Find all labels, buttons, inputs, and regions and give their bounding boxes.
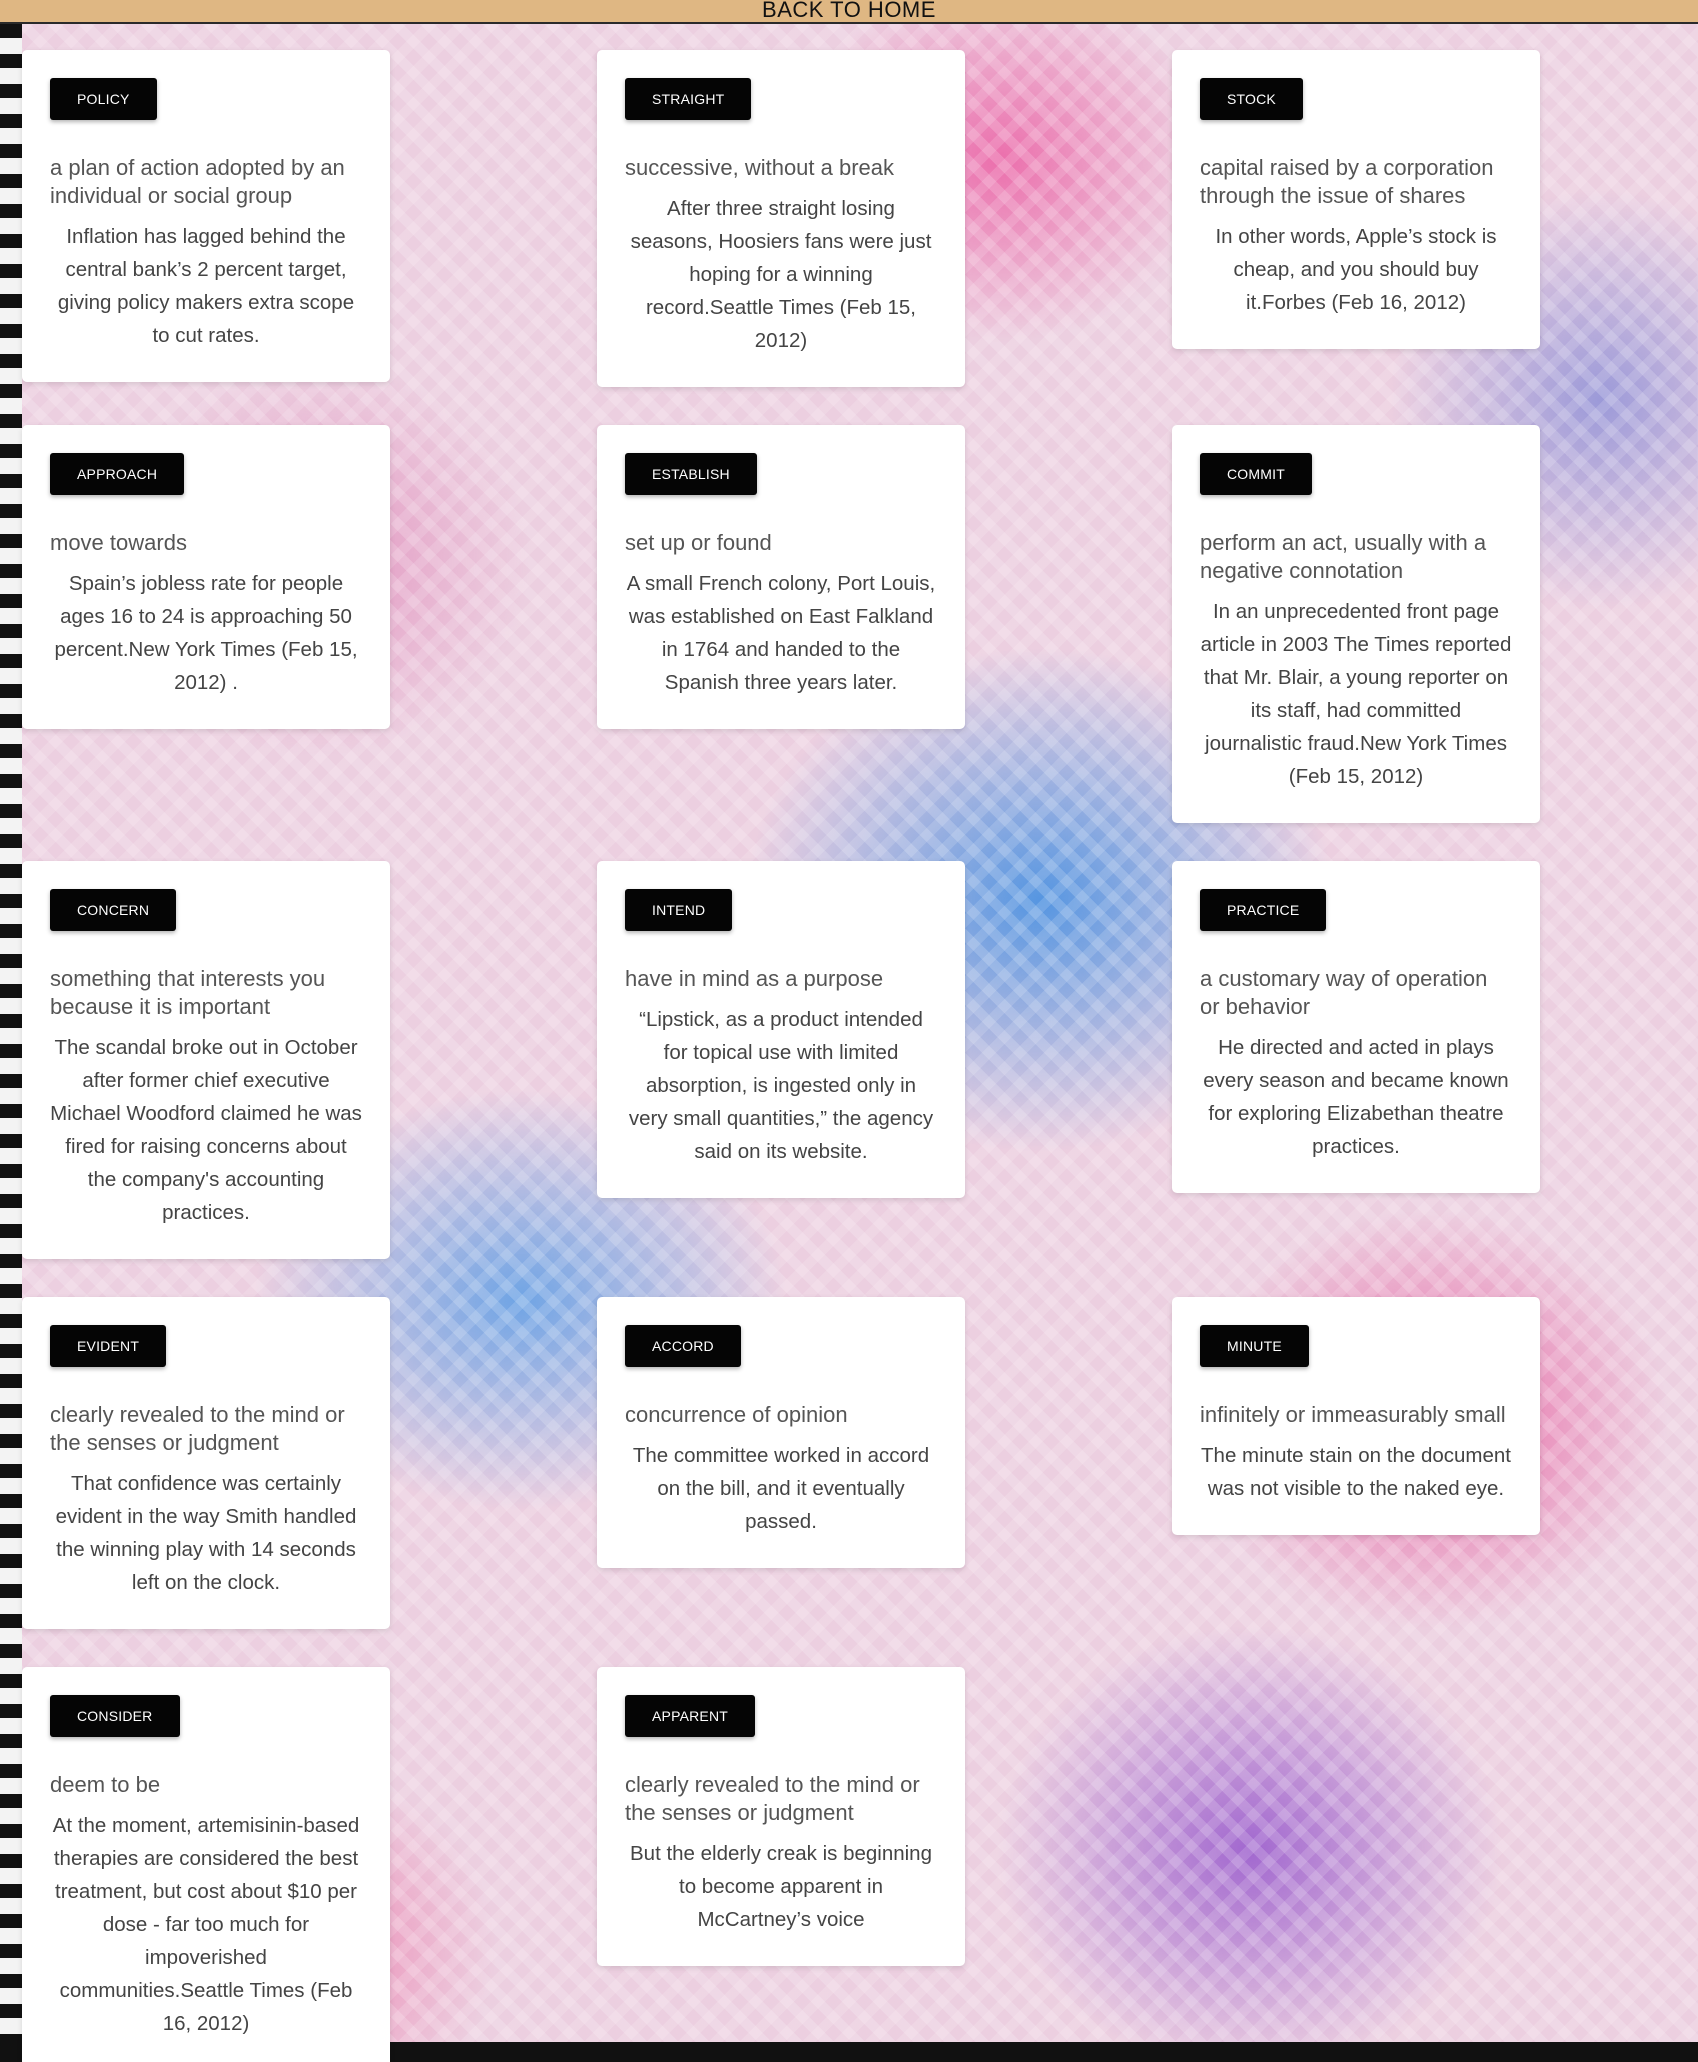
word-definition: set up or found [625,530,772,555]
word-card: PRACTICE a customary way of operation or… [1172,861,1540,1193]
word-tag-button[interactable]: COMMIT [1200,453,1312,495]
word-card: APPARENT clearly revealed to the mind or… [597,1667,965,1966]
word-card: COMMIT perform an act, usually with a ne… [1172,425,1540,823]
top-nav-bar: BACK TO HOME [0,0,1698,24]
word-definition: deem to be [50,1772,161,1797]
word-tag-button[interactable]: ESTABLISH [625,453,757,495]
word-example: After three straight losing seasons, Hoo… [630,197,932,352]
word-tag-button[interactable]: APPARENT [625,1695,756,1737]
word-tag-button[interactable]: STRAIGHT [625,78,752,120]
word-example: The scandal broke out in October after f… [50,1036,362,1224]
word-definition: clearly revealed to the mind or the sens… [625,1772,920,1825]
word-definition: perform an act, usually with a negative … [1200,530,1487,583]
word-tag-button[interactable]: CONCERN [50,889,177,931]
word-tag-button[interactable]: STOCK [1200,78,1303,120]
word-card: CONSIDER deem to be At the moment, artem… [22,1667,390,2062]
word-card: POLICY a plan of action adopted by an in… [22,50,390,382]
word-card: STOCK capital raised by a corporation th… [1172,50,1540,349]
word-example: “Lipstick, as a product intended for top… [628,1008,934,1163]
word-example: The committee worked in accord on the bi… [632,1444,930,1533]
word-example: That confidence was certainly evident in… [55,1472,357,1594]
word-definition: have in mind as a purpose [625,966,884,991]
word-card: INTEND have in mind as a purpose “Lipsti… [597,861,965,1198]
word-card: ESTABLISH set up or found A small French… [597,425,965,729]
word-card: CONCERN something that interests you bec… [22,861,390,1259]
back-to-home-link[interactable]: BACK TO HOME [762,0,936,21]
background-edge [0,24,22,2062]
word-definition: something that interests you because it … [50,966,326,1019]
word-tag-button[interactable]: POLICY [50,78,157,120]
word-example: He directed and acted in plays every sea… [1203,1036,1509,1158]
word-tag-button[interactable]: PRACTICE [1200,889,1327,931]
word-tag-button[interactable]: CONSIDER [50,1695,180,1737]
word-example: In other words, Apple’s stock is cheap, … [1215,225,1497,314]
word-tag-button[interactable]: ACCORD [625,1325,741,1367]
word-definition: clearly revealed to the mind or the sens… [50,1402,345,1455]
word-example: A small French colony, Port Louis, was e… [626,572,936,694]
word-definition: a customary way of operation or behavior [1200,966,1488,1019]
word-definition: concurrence of opinion [625,1402,848,1427]
word-card: EVIDENT clearly revealed to the mind or … [22,1297,390,1629]
word-example: Inflation has lagged behind the central … [57,225,355,347]
word-definition: a plan of action adopted by an individua… [50,155,345,208]
word-tag-button[interactable]: APPROACH [50,453,185,495]
word-card: STRAIGHT successive, without a break Aft… [597,50,965,387]
word-tag-button[interactable]: EVIDENT [50,1325,167,1367]
word-example: Spain’s jobless rate for people ages 16 … [54,572,358,694]
word-example: The minute stain on the document was not… [1201,1444,1511,1500]
word-tag-button[interactable]: MINUTE [1200,1325,1309,1367]
word-card: APPROACH move towards Spain’s jobless ra… [22,425,390,729]
word-example: In an unprecedented front page article i… [1200,600,1512,788]
word-definition: move towards [50,530,187,555]
word-card: MINUTE infinitely or immeasurably small … [1172,1297,1540,1535]
word-definition: successive, without a break [625,155,895,180]
word-definition: capital raised by a corporation through … [1200,155,1494,208]
word-card: ACCORD concurrence of opinion The commit… [597,1297,965,1568]
word-tag-button[interactable]: INTEND [625,889,733,931]
word-example: But the elderly creak is beginning to be… [630,1842,932,1931]
word-definition: infinitely or immeasurably small [1200,1402,1506,1427]
word-example: At the moment, artemisinin-based therapi… [52,1814,360,2035]
